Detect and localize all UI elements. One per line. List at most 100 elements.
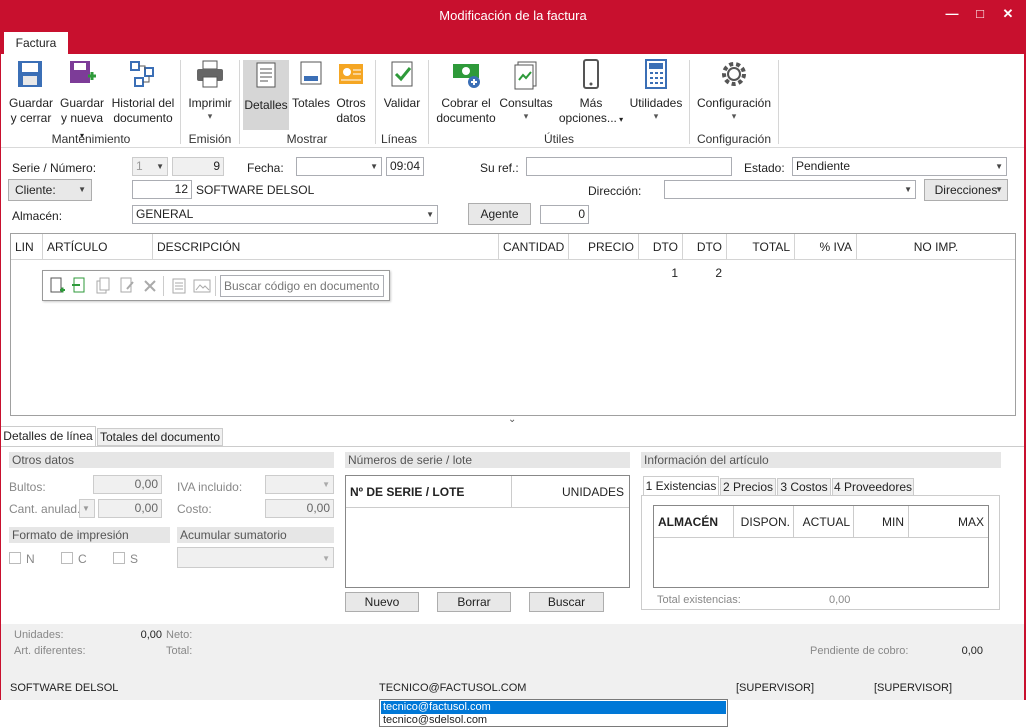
col-articulo[interactable]: ARTÍCULO	[43, 234, 153, 260]
costo-input[interactable]: 0,00	[265, 499, 334, 518]
configuracion-button[interactable]: Configuración ▾	[694, 58, 774, 121]
email-dropdown-list[interactable]: tecnico@factusol.com tecnico@sdelsol.com	[379, 699, 728, 727]
group-configuracion-label: Configuración	[696, 132, 772, 146]
search-input[interactable]: Buscar código en documento	[220, 275, 384, 297]
fecha-input[interactable]: ▼	[296, 157, 382, 176]
col-almacen[interactable]: ALMACÉN	[654, 506, 734, 538]
iva-incluido-select[interactable]: ▼	[265, 475, 334, 494]
col-cantidad[interactable]: CANTIDAD	[499, 234, 569, 260]
cliente-button[interactable]: Cliente: ▼	[8, 179, 92, 201]
numero-input[interactable]: 9	[172, 157, 224, 176]
cliente-code-input[interactable]: 12	[132, 180, 192, 199]
col-max[interactable]: MAX	[909, 506, 988, 538]
col-actual[interactable]: ACTUAL	[794, 506, 854, 538]
edit-icon[interactable]	[119, 277, 135, 295]
acumular-select[interactable]: ▼	[177, 547, 334, 568]
serie-select[interactable]: 1 ▼	[132, 157, 168, 176]
hora-input[interactable]: 09:04	[386, 157, 424, 176]
cant-anulad-input[interactable]: 0,00	[98, 499, 162, 518]
col-iva[interactable]: % IVA	[795, 234, 857, 260]
tab-detalles-linea[interactable]: Detalles de línea	[0, 426, 96, 446]
status-user-2: [SUPERVISOR]	[874, 682, 953, 694]
mas-opciones-button[interactable]: Más opciones... ▾	[556, 58, 626, 127]
direcciones-button[interactable]: Direcciones ▼	[924, 179, 1008, 201]
insert-line-icon[interactable]	[71, 277, 87, 295]
totales-button[interactable]: Totales	[291, 58, 331, 111]
formato-header: Formato de impresión	[9, 527, 170, 543]
tab-existencias[interactable]: 1 Existencias	[643, 476, 719, 496]
suref-input[interactable]	[526, 157, 732, 176]
col-dispon[interactable]: DISPON.	[734, 506, 794, 538]
collapse-chevron-icon[interactable]: ⌄	[508, 414, 516, 425]
lines-grid[interactable]: LIN ARTÍCULO DESCRIPCIÓN CANTIDAD PRECIO…	[10, 233, 1016, 416]
guardar-nueva-button[interactable]: Guardar y nueva ▾	[58, 58, 106, 143]
col-total[interactable]: TOTAL	[727, 234, 795, 260]
neto-label: Neto:	[166, 629, 193, 641]
detalles-button[interactable]: Detalles	[243, 60, 289, 130]
tab-proveedores[interactable]: 4 Proveedores	[832, 478, 914, 496]
close-button[interactable]: ✕	[998, 4, 1018, 24]
col-unidades[interactable]: UNIDADES	[512, 476, 629, 508]
formato-n-label: N	[26, 552, 35, 566]
consultas-button[interactable]: Consultas ▾	[498, 58, 554, 121]
existencias-grid[interactable]: ALMACÉN DISPON. ACTUAL MIN MAX	[653, 505, 989, 588]
minimize-button[interactable]: —	[942, 4, 962, 24]
unidades-label: Unidades:	[14, 629, 64, 641]
imprimir-button[interactable]: Imprimir ▾	[186, 58, 234, 121]
new-line-icon[interactable]	[49, 277, 65, 295]
col-precio[interactable]: PRECIO	[569, 234, 639, 260]
bultos-input[interactable]: 0,00	[93, 475, 162, 494]
col-serie-lote[interactable]: Nº DE SERIE / LOTE	[346, 476, 512, 508]
col-lin[interactable]: LIN	[11, 234, 43, 260]
col-min[interactable]: MIN	[854, 506, 909, 538]
nuevo-button[interactable]: Nuevo	[345, 592, 419, 612]
status-email[interactable]: TECNICO@FACTUSOL.COM	[379, 682, 526, 694]
historial-button[interactable]: Historial del documento	[110, 58, 176, 126]
group-mostrar-label: Mostrar	[286, 132, 328, 146]
validate-icon	[391, 61, 413, 87]
borrar-button[interactable]: Borrar	[437, 592, 511, 612]
window-title: Modificación de la factura	[439, 8, 587, 23]
money-icon	[453, 64, 480, 88]
tab-costos[interactable]: 3 Costos	[777, 478, 831, 496]
col-descripcion[interactable]: DESCRIPCIÓN	[153, 234, 499, 260]
formato-n-checkbox[interactable]	[9, 552, 21, 564]
document-icon[interactable]	[171, 277, 187, 295]
agente-button[interactable]: Agente	[468, 203, 531, 225]
validar-button[interactable]: Validar	[380, 58, 424, 111]
delete-icon[interactable]	[143, 279, 157, 293]
cant-anulad-select[interactable]: ▼	[79, 499, 95, 518]
cant-anulad-label: Cant. anulad.:	[9, 502, 84, 516]
utilidades-button[interactable]: Utilidades ▾	[628, 58, 684, 121]
buscar-button[interactable]: Buscar	[529, 592, 604, 612]
copy-icon[interactable]	[95, 277, 111, 295]
total-label: Total:	[166, 645, 193, 657]
otros-datos-button[interactable]: Otros datos	[333, 58, 369, 126]
formato-s-label: S	[130, 552, 139, 566]
fecha-label: Fecha:	[247, 161, 284, 175]
agente-input[interactable]: 0	[540, 205, 589, 224]
tab-precios[interactable]: 2 Precios	[720, 478, 776, 496]
cobrar-button[interactable]: Cobrar el documento	[436, 58, 496, 126]
calculator-icon	[645, 59, 667, 89]
save-close-icon	[18, 61, 42, 87]
maximize-button[interactable]: □	[970, 4, 990, 24]
direccion-select[interactable]: ▼	[664, 180, 916, 199]
tab-factura[interactable]: Factura	[4, 32, 68, 54]
tab-totales-documento[interactable]: Totales del documento	[97, 428, 223, 446]
almacen-select[interactable]: GENERAL ▼	[132, 205, 438, 224]
formato-s-checkbox[interactable]	[113, 552, 125, 564]
col-dto2[interactable]: DTO 2	[683, 234, 727, 280]
estado-select[interactable]: Pendiente ▼	[792, 157, 1007, 176]
formato-c-label: C	[78, 552, 87, 566]
email-option[interactable]: tecnico@sdelsol.com	[381, 714, 726, 727]
col-noimp[interactable]: NO IMP.	[857, 234, 1015, 260]
image-icon[interactable]	[193, 278, 211, 294]
guardar-cerrar-button[interactable]: Guardar y cerrar	[6, 58, 56, 126]
total-existencias-label: Total existencias:	[657, 594, 741, 606]
series-grid[interactable]: Nº DE SERIE / LOTE UNIDADES	[345, 475, 630, 588]
acumular-header: Acumular sumatorio	[177, 527, 334, 543]
formato-c-checkbox[interactable]	[61, 552, 73, 564]
email-option-selected[interactable]: tecnico@factusol.com	[381, 701, 726, 714]
col-dto1[interactable]: DTO 1	[639, 234, 683, 280]
